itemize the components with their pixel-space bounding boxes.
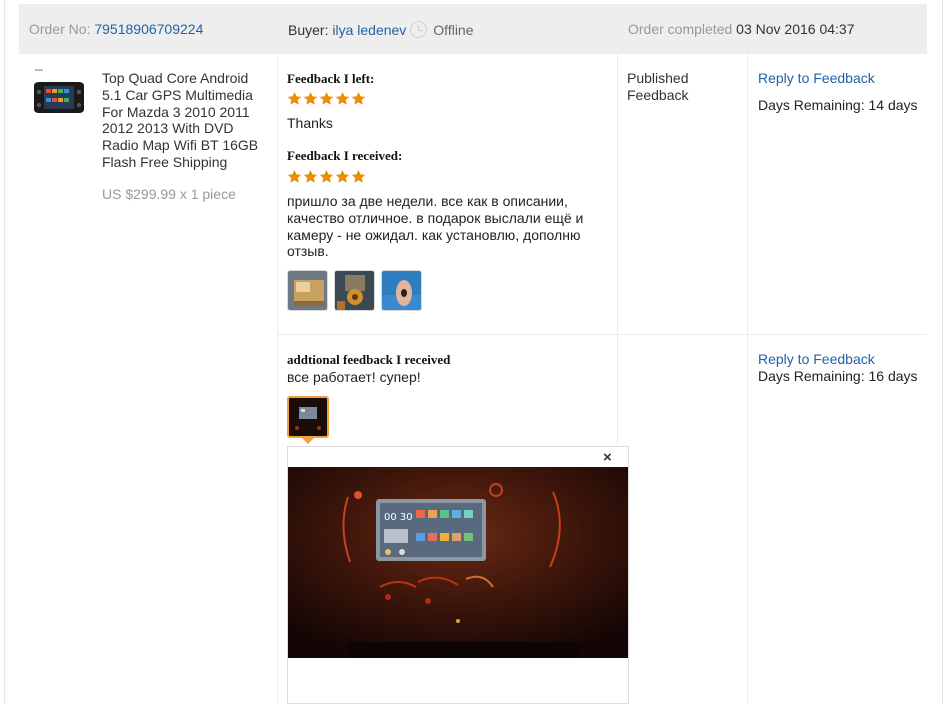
feedback-received-text: пришло за две недели. все как в описании… [287,193,584,260]
star-icon [287,169,302,183]
feedback-left-text: Thanks [287,115,333,131]
star-icon [335,169,350,183]
feedback-photo-thumbnail[interactable] [287,270,328,311]
feedback-received-rating [287,169,367,186]
expanded-feedback-photo: 00 30 [288,467,628,658]
feedback-status: Published Feedback [627,70,689,104]
star-icon [319,169,334,183]
feedback-photo-thumbnail[interactable] [334,270,375,311]
order-completed-date: 03 Nov 2016 04:37 [736,21,855,37]
days-remaining: Days Remaining: 16 days [758,368,918,384]
order-number-field: Order No: 79518906709224 [29,21,203,37]
star-icon [303,91,318,105]
order-header: Order No: 79518906709224 Buyer: ilya led… [19,4,927,54]
feedback-status-line: Feedback [627,87,689,103]
selected-thumbnail-caret [302,438,314,444]
product-thumbnail[interactable] [33,68,85,116]
row-divider [277,334,927,335]
product-price: US $299.99 x 1 piece [102,186,236,202]
star-icon [335,91,350,105]
feedback-left-heading: Feedback I left: [287,71,375,86]
buyer-label: Buyer: [288,22,329,38]
order-completed-field: Order completed 03 Nov 2016 04:37 [628,21,855,37]
column-divider [747,54,748,704]
product-title[interactable]: Top Quad Core Android 5.1 Car GPS Multim… [102,70,262,171]
close-icon[interactable]: × [603,450,612,466]
reply-to-feedback-link[interactable]: Reply to Feedback [758,351,875,367]
star-icon [287,91,302,105]
reply-to-feedback-link[interactable]: Reply to Feedback [758,70,875,86]
feedback-photo-thumbnail[interactable] [381,270,422,311]
order-completed-label: Order completed [628,21,733,37]
feedback-status-line: Published [627,70,689,86]
additional-feedback-heading: addtional feedback I received [287,352,451,367]
additional-photo-thumbnail[interactable] [287,396,329,438]
clock-icon [410,21,428,38]
days-remaining: Days Remaining: 14 days [758,97,918,113]
order-number-link[interactable]: 79518906709224 [94,21,203,37]
buyer-name-link[interactable]: ilya ledenev [332,22,406,38]
star-icon [351,91,366,105]
order-number-label: Order No: [29,21,91,37]
buyer-field: Buyer: ilya ledenev Offline [288,21,474,38]
buyer-status: Offline [433,22,474,38]
column-divider [277,54,278,704]
star-icon [319,91,334,105]
feedback-received-heading: Feedback I received: [287,148,403,163]
svg-text:00 30: 00 30 [384,512,413,523]
additional-feedback-text: все работает! супер! [287,369,421,385]
star-icon [351,169,366,183]
star-icon [303,169,318,183]
feedback-left-rating [287,91,367,108]
